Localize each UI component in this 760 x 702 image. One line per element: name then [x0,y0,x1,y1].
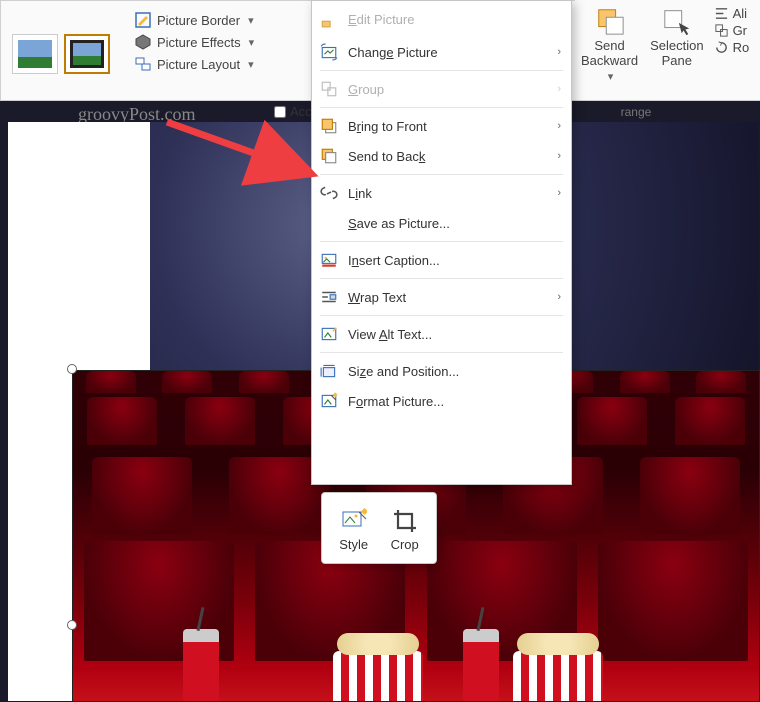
format-picture-icon [320,392,338,410]
submenu-arrow-icon: › [557,150,561,162]
effects-icon [135,34,151,50]
menu-size-and-position[interactable]: Size and Position... [312,356,571,386]
align-icon [714,6,729,21]
selection-pane-icon [662,6,692,36]
menu-insert-caption[interactable]: Insert Caption... [312,245,571,275]
size-position-icon [320,362,338,380]
submenu-arrow-icon: › [557,187,561,199]
mini-style-button[interactable]: Style [339,508,368,552]
menu-send-to-back[interactable]: Send to Back › [312,141,571,171]
accessibility-checkbox[interactable]: Acc [274,104,312,119]
menu-wrap-text[interactable]: Wrap Text › [312,282,571,312]
menu-view-alt-text[interactable]: View Alt Text... [312,319,571,349]
picture-style-thumb[interactable] [12,34,58,74]
rotate-icon [714,40,729,55]
send-backward-button[interactable]: Send Backward▾ [575,0,644,100]
group-button[interactable]: Gr [714,23,760,38]
menu-change-picture[interactable]: Change Picture › [312,37,571,67]
send-to-back-icon [320,147,338,165]
selection-handle[interactable] [67,364,77,374]
mini-crop-button[interactable]: Crop [391,508,419,552]
send-backward-icon [595,6,625,36]
ribbon-group-label-arrange: range [576,105,696,119]
change-picture-icon [320,43,338,61]
menu-group: Group › [312,74,571,104]
submenu-arrow-icon: › [557,46,561,58]
submenu-arrow-icon: › [557,120,561,132]
alt-text-icon [320,325,338,343]
align-button[interactable]: Ali [714,6,760,21]
picture-mini-toolbar: Style Crop [321,492,437,564]
group-icon [320,80,338,98]
menu-format-picture[interactable]: Format Picture... [312,386,571,416]
menu-bring-to-front[interactable]: Bring to Front › [312,111,571,141]
selection-pane-button[interactable]: Selection Pane [644,0,709,100]
picture-context-menu: Edit Picture Change Picture › Group › Br… [311,0,572,485]
style-icon [341,508,367,534]
crop-icon [392,508,418,534]
insert-caption-icon [320,251,338,269]
layout-icon [135,56,151,72]
picture-style-thumb-selected[interactable] [64,34,110,74]
submenu-arrow-icon: › [557,291,561,303]
rotate-button[interactable]: Ro [714,40,760,55]
selection-handle[interactable] [67,620,77,630]
group-icon [714,23,729,38]
bring-to-front-icon [320,117,338,135]
ribbon-arrange-group: Send Backward▾ Selection Pane Ali Gr Ro [575,0,760,101]
menu-edit-picture: Edit Picture [312,1,571,37]
wrap-text-icon [320,288,338,306]
placeholder-icon [320,10,338,28]
picture-styles-gallery[interactable] [1,1,121,100]
menu-link[interactable]: Link › [312,178,571,208]
submenu-arrow-icon: › [557,83,561,95]
pencil-border-icon [135,12,151,28]
menu-save-as-picture[interactable]: Save as Picture... [312,208,571,238]
link-icon [320,184,338,202]
